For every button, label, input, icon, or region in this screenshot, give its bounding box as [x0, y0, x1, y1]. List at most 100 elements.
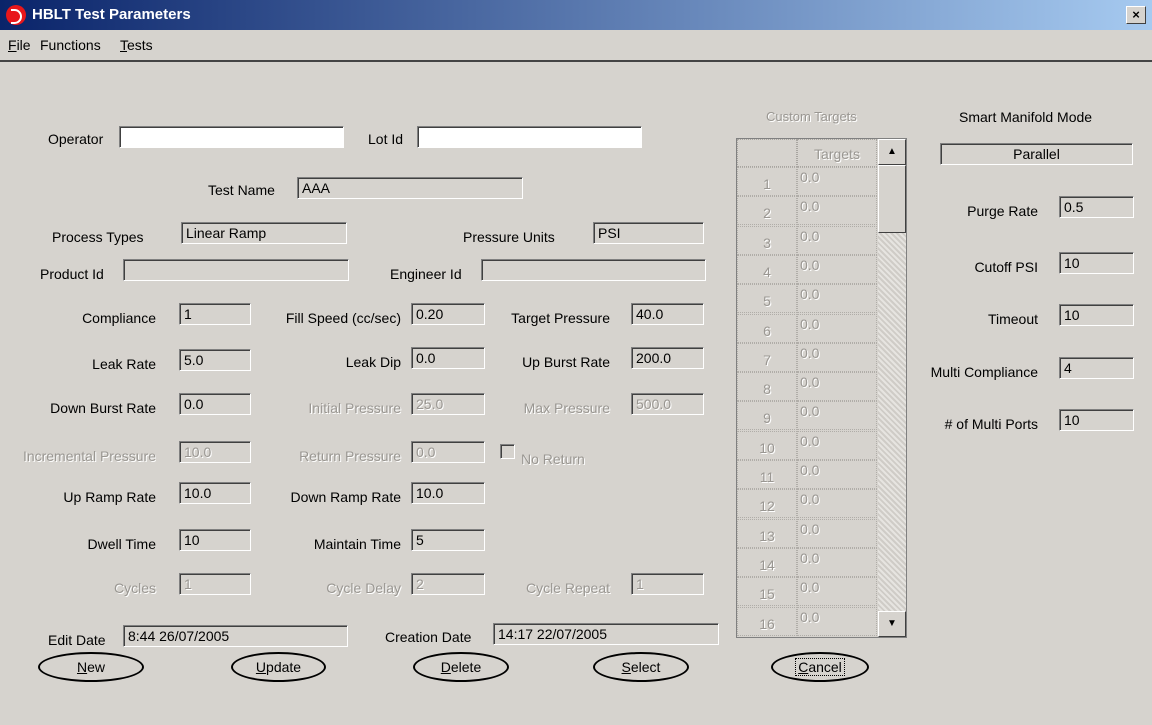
maintain-time-field[interactable]: 5 [411, 529, 485, 551]
grid-corner [737, 139, 797, 167]
cutoff-psi-field[interactable]: 10 [1059, 252, 1134, 274]
cycles-label: Cycles [113, 580, 156, 596]
up-burst-rate-field[interactable]: 200.0 [631, 347, 704, 369]
grid-row-target-value[interactable]: 0.0 [797, 372, 877, 402]
engineer-id-label: Engineer Id [390, 266, 462, 282]
grid-row-number: 1 [737, 167, 797, 196]
grid-header-targets: Targets [797, 139, 877, 167]
menu-tests[interactable]: Tests [120, 37, 153, 53]
leak-rate-field[interactable]: 5.0 [179, 349, 251, 371]
edit-date-label: Edit Date [48, 632, 106, 648]
grid-row-number: 5 [737, 284, 797, 314]
grid-row-target-value[interactable]: 0.0 [797, 313, 877, 343]
grid-row-target-value[interactable]: 0.0 [797, 284, 877, 314]
scroll-thumb[interactable] [878, 165, 906, 233]
grid-row-target-value[interactable]: 0.0 [797, 489, 877, 519]
grid-row[interactable]: 7 0.0 [737, 342, 877, 372]
down-ramp-rate-label: Down Ramp Rate [290, 489, 402, 505]
down-ramp-rate-field[interactable]: 10.0 [411, 482, 485, 504]
grid-row-target-value[interactable]: 0.0 [797, 460, 877, 489]
grid-row-target-value[interactable]: 0.0 [797, 342, 877, 372]
max-pressure-field: 500.0 [631, 393, 704, 415]
grid-row-number: 3 [737, 225, 797, 255]
grid-row[interactable]: 3 0.0 [737, 225, 877, 255]
delete-button[interactable]: Delete [413, 652, 509, 682]
grid-row-target-value[interactable]: 0.0 [797, 577, 877, 607]
grid-row[interactable]: 12 0.0 [737, 489, 877, 519]
scroll-up-arrow-icon[interactable]: ▲ [878, 139, 906, 165]
target-pressure-field[interactable]: 40.0 [631, 303, 704, 325]
close-button[interactable]: × [1126, 6, 1146, 24]
grid-row[interactable]: 16 0.0 [737, 606, 877, 636]
dwell-time-label: Dwell Time [87, 536, 156, 552]
test-name-label: Test Name [208, 182, 275, 198]
initial-pressure-field: 25.0 [411, 393, 485, 415]
select-button[interactable]: Select [593, 652, 689, 682]
grid-row-target-value[interactable]: 0.0 [797, 196, 877, 226]
multi-compliance-label: Multi Compliance [930, 364, 1038, 380]
grid-row[interactable]: 13 0.0 [737, 518, 877, 548]
target-pressure-label: Target Pressure [511, 310, 610, 326]
grid-row[interactable]: 10 0.0 [737, 430, 877, 460]
purge-rate-label: Purge Rate [967, 203, 1038, 219]
grid-row-number: 8 [737, 372, 797, 402]
grid-row-target-value[interactable]: 0.0 [797, 401, 877, 431]
down-burst-rate-field[interactable]: 0.0 [179, 393, 251, 415]
grid-row-target-value[interactable]: 0.0 [797, 518, 877, 548]
grid-row[interactable]: 6 0.0 [737, 313, 877, 343]
custom-targets-grid[interactable]: Targets 1 0.0 2 0.0 3 0.0 4 0.0 5 0.0 6 0.0 7 0.0 8 0.0… [736, 138, 907, 638]
leak-dip-field[interactable]: 0.0 [411, 347, 485, 369]
grid-header: Targets [737, 139, 887, 167]
multi-ports-field[interactable]: 10 [1059, 409, 1134, 431]
update-button[interactable]: Update [231, 652, 326, 682]
up-ramp-rate-field[interactable]: 10.0 [179, 482, 251, 504]
menu-functions[interactable]: Functions [40, 37, 101, 53]
grid-row-target-value[interactable]: 0.0 [797, 167, 877, 196]
up-burst-rate-label: Up Burst Rate [522, 354, 610, 370]
grid-row-target-value[interactable]: 0.0 [797, 225, 877, 255]
grid-row[interactable]: 2 0.0 [737, 196, 877, 226]
smart-manifold-title: Smart Manifold Mode [959, 109, 1093, 125]
grid-row-number: 9 [737, 401, 797, 431]
multi-compliance-field[interactable]: 4 [1059, 357, 1134, 379]
menu-file[interactable]: File [8, 37, 31, 53]
cancel-button[interactable]: Cancel [771, 652, 869, 682]
window-title: HBLT Test Parameters [32, 6, 191, 23]
process-types-field[interactable]: Linear Ramp [181, 222, 347, 244]
dwell-time-field[interactable]: 10 [179, 529, 251, 551]
grid-row[interactable]: 5 0.0 [737, 284, 877, 314]
grid-row[interactable]: 4 0.0 [737, 254, 877, 284]
new-button[interactable]: New [38, 652, 144, 682]
grid-row[interactable]: 9 0.0 [737, 401, 877, 431]
grid-row-number: 10 [737, 430, 797, 460]
incremental-pressure-field: 10.0 [179, 441, 251, 463]
grid-row-target-value[interactable]: 0.0 [797, 606, 877, 636]
scroll-down-arrow-icon[interactable]: ▼ [878, 611, 906, 637]
grid-row-number: 14 [737, 547, 797, 577]
grid-row[interactable]: 15 0.0 [737, 577, 877, 607]
pressure-units-label: Pressure Units [463, 229, 555, 245]
grid-row-target-value[interactable]: 0.0 [797, 547, 877, 577]
pressure-units-field[interactable]: PSI [593, 222, 704, 244]
grid-row-target-value[interactable]: 0.0 [797, 254, 877, 284]
timeout-label: Timeout [987, 311, 1038, 327]
grid-row[interactable]: 11 0.0 [737, 460, 877, 489]
test-name-field[interactable]: AAA [297, 177, 523, 199]
lot-id-input[interactable] [417, 126, 642, 148]
product-id-field[interactable] [123, 259, 349, 281]
grid-row-number: 13 [737, 518, 797, 548]
engineer-id-field[interactable] [481, 259, 706, 281]
manifold-mode-field[interactable]: Parallel [940, 143, 1133, 165]
compliance-field[interactable]: 1 [179, 303, 251, 325]
fill-speed-field[interactable]: 0.20 [411, 303, 485, 325]
grid-row[interactable]: 1 0.0 [737, 167, 877, 196]
down-burst-rate-label: Down Burst Rate [50, 400, 156, 416]
no-return-checkbox [500, 444, 515, 459]
grid-row[interactable]: 14 0.0 [737, 547, 877, 577]
grid-row-target-value[interactable]: 0.0 [797, 430, 877, 460]
purge-rate-field[interactable]: 0.5 [1059, 196, 1134, 218]
operator-input[interactable] [119, 126, 344, 148]
grid-row-number: 7 [737, 342, 797, 372]
timeout-field[interactable]: 10 [1059, 304, 1134, 326]
grid-row[interactable]: 8 0.0 [737, 372, 877, 402]
